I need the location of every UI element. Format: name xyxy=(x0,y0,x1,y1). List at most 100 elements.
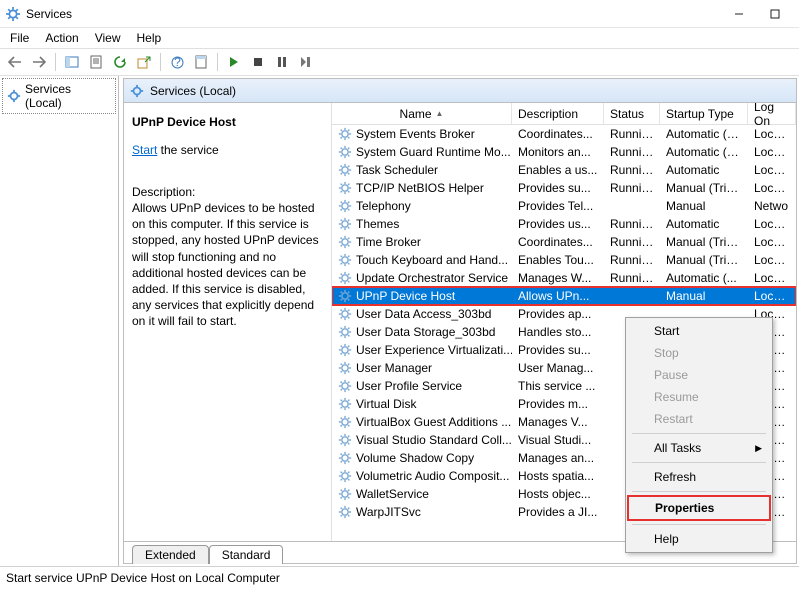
gear-icon xyxy=(338,289,352,303)
chevron-right-icon: ▶ xyxy=(755,443,762,454)
description-label: Description: xyxy=(132,185,323,199)
service-name-cell: Volume Shadow Copy xyxy=(356,451,474,465)
service-startup-cell: Manual (Trig... xyxy=(660,235,748,249)
ctx-restart: Restart xyxy=(628,408,770,430)
service-status-cell: Running xyxy=(604,235,660,249)
info-panel: UPnP Device Host Start the service Descr… xyxy=(124,103,332,541)
service-desc-cell: Provides Tel... xyxy=(512,199,604,213)
service-logon-cell: Local S xyxy=(748,163,796,177)
col-status[interactable]: Status xyxy=(604,103,660,124)
service-row[interactable]: Time BrokerCoordinates...RunningManual (… xyxy=(332,233,796,251)
service-desc-cell: Provides su... xyxy=(512,343,604,357)
service-desc-cell: Coordinates... xyxy=(512,235,604,249)
service-desc-cell: Manages V... xyxy=(512,415,604,429)
gear-icon xyxy=(338,361,352,375)
show-hide-tree-button[interactable] xyxy=(61,51,83,73)
service-logon-cell: Local S xyxy=(748,235,796,249)
filter-button[interactable] xyxy=(190,51,212,73)
service-name-cell: User Data Access_303bd xyxy=(356,307,491,321)
pause-service-button[interactable] xyxy=(271,51,293,73)
ctx-start[interactable]: Start xyxy=(628,320,770,342)
ctx-help[interactable]: Help xyxy=(628,528,770,550)
service-startup-cell: Automatic xyxy=(660,217,748,231)
start-service-link-row: Start the service xyxy=(132,143,323,157)
gear-icon xyxy=(338,217,352,231)
service-status-cell: Running xyxy=(604,271,660,285)
export-list-button[interactable] xyxy=(133,51,155,73)
tab-extended[interactable]: Extended xyxy=(132,545,209,564)
start-suffix: the service xyxy=(157,143,218,157)
menu-file[interactable]: File xyxy=(2,29,37,47)
service-desc-cell: Provides su... xyxy=(512,181,604,195)
service-status-cell: Running xyxy=(604,145,660,159)
properties-toolbar-button[interactable] xyxy=(85,51,107,73)
gear-icon xyxy=(338,181,352,195)
service-desc-cell: Monitors an... xyxy=(512,145,604,159)
menu-action[interactable]: Action xyxy=(37,29,86,47)
service-row[interactable]: Telephony Provides Tel... ManualNetwo xyxy=(332,197,796,215)
menu-help[interactable]: Help xyxy=(129,29,170,47)
back-button[interactable] xyxy=(4,51,26,73)
service-desc-cell: Coordinates... xyxy=(512,127,604,141)
service-name-cell: User Data Storage_303bd xyxy=(356,325,495,339)
service-desc-cell: Hosts spatia... xyxy=(512,469,604,483)
ctx-all-tasks[interactable]: All Tasks▶ xyxy=(628,437,770,459)
service-row[interactable]: Touch Keyboard and Hand...Enables Tou...… xyxy=(332,251,796,269)
stop-service-button[interactable] xyxy=(247,51,269,73)
description-text: Allows UPnP devices to be hosted on this… xyxy=(132,200,323,330)
ctx-refresh[interactable]: Refresh xyxy=(628,466,770,488)
minimize-button[interactable] xyxy=(721,2,757,26)
service-desc-cell: Visual Studi... xyxy=(512,433,604,447)
gear-icon xyxy=(338,253,352,267)
service-name-cell: Telephony xyxy=(356,199,411,213)
service-row[interactable]: System Guard Runtime Mo...Monitors an...… xyxy=(332,143,796,161)
help-toolbar-button[interactable]: ? xyxy=(166,51,188,73)
service-status-cell: Running xyxy=(604,163,660,177)
col-startup-type[interactable]: Startup Type xyxy=(660,103,748,124)
service-logon-cell: Local S xyxy=(748,271,796,285)
sort-asc-icon: ▲ xyxy=(436,109,444,118)
col-description[interactable]: Description xyxy=(512,103,604,124)
restart-service-button[interactable] xyxy=(295,51,317,73)
service-row[interactable]: Task SchedulerEnables a us...RunningAuto… xyxy=(332,161,796,179)
ctx-resume: Resume xyxy=(628,386,770,408)
service-startup-cell: Manual xyxy=(660,199,748,213)
start-link[interactable]: Start xyxy=(132,143,157,157)
gear-icon xyxy=(338,487,352,501)
service-row[interactable]: Update Orchestrator ServiceManages W...R… xyxy=(332,269,796,287)
window-title: Services xyxy=(26,7,72,21)
ctx-properties[interactable]: Properties xyxy=(629,497,769,519)
start-service-button[interactable] xyxy=(223,51,245,73)
forward-button[interactable] xyxy=(28,51,50,73)
service-name-cell: User Manager xyxy=(356,361,432,375)
col-name[interactable]: Name▲ xyxy=(332,103,512,124)
gear-icon xyxy=(338,343,352,357)
service-desc-cell: Handles sto... xyxy=(512,325,604,339)
gear-icon xyxy=(338,127,352,141)
maximize-button[interactable] xyxy=(757,2,793,26)
ctx-pause: Pause xyxy=(628,364,770,386)
service-logon-cell: Local S xyxy=(748,181,796,195)
service-row[interactable]: ThemesProvides us...RunningAutomaticLoca… xyxy=(332,215,796,233)
tab-standard[interactable]: Standard xyxy=(209,545,284,564)
service-name-cell: WalletService xyxy=(356,487,429,501)
service-name-cell: System Guard Runtime Mo... xyxy=(356,145,511,159)
service-name-cell: Task Scheduler xyxy=(356,163,438,177)
service-desc-cell: Allows UPn... xyxy=(512,289,604,303)
col-logon[interactable]: Log On xyxy=(748,103,796,124)
tree-item-services-local[interactable]: Services (Local) xyxy=(2,78,116,114)
right-panel-title: Services (Local) xyxy=(150,84,236,98)
menu-view[interactable]: View xyxy=(87,29,129,47)
service-name-cell: VirtualBox Guest Additions ... xyxy=(356,415,511,429)
service-logon-cell: Netwo xyxy=(748,199,796,213)
service-row[interactable]: System Events BrokerCoordinates...Runnin… xyxy=(332,125,796,143)
list-header: Name▲ Description Status Startup Type Lo… xyxy=(332,103,796,125)
service-desc-cell: Manages W... xyxy=(512,271,604,285)
service-status-cell: Running xyxy=(604,253,660,267)
gear-icon xyxy=(338,451,352,465)
menubar: File Action View Help xyxy=(0,28,799,48)
service-row[interactable]: UPnP Device HostAllows UPn...ManualLocal… xyxy=(332,287,796,305)
refresh-button[interactable] xyxy=(109,51,131,73)
service-logon-cell: Local S xyxy=(748,145,796,159)
service-row[interactable]: TCP/IP NetBIOS HelperProvides su...Runni… xyxy=(332,179,796,197)
